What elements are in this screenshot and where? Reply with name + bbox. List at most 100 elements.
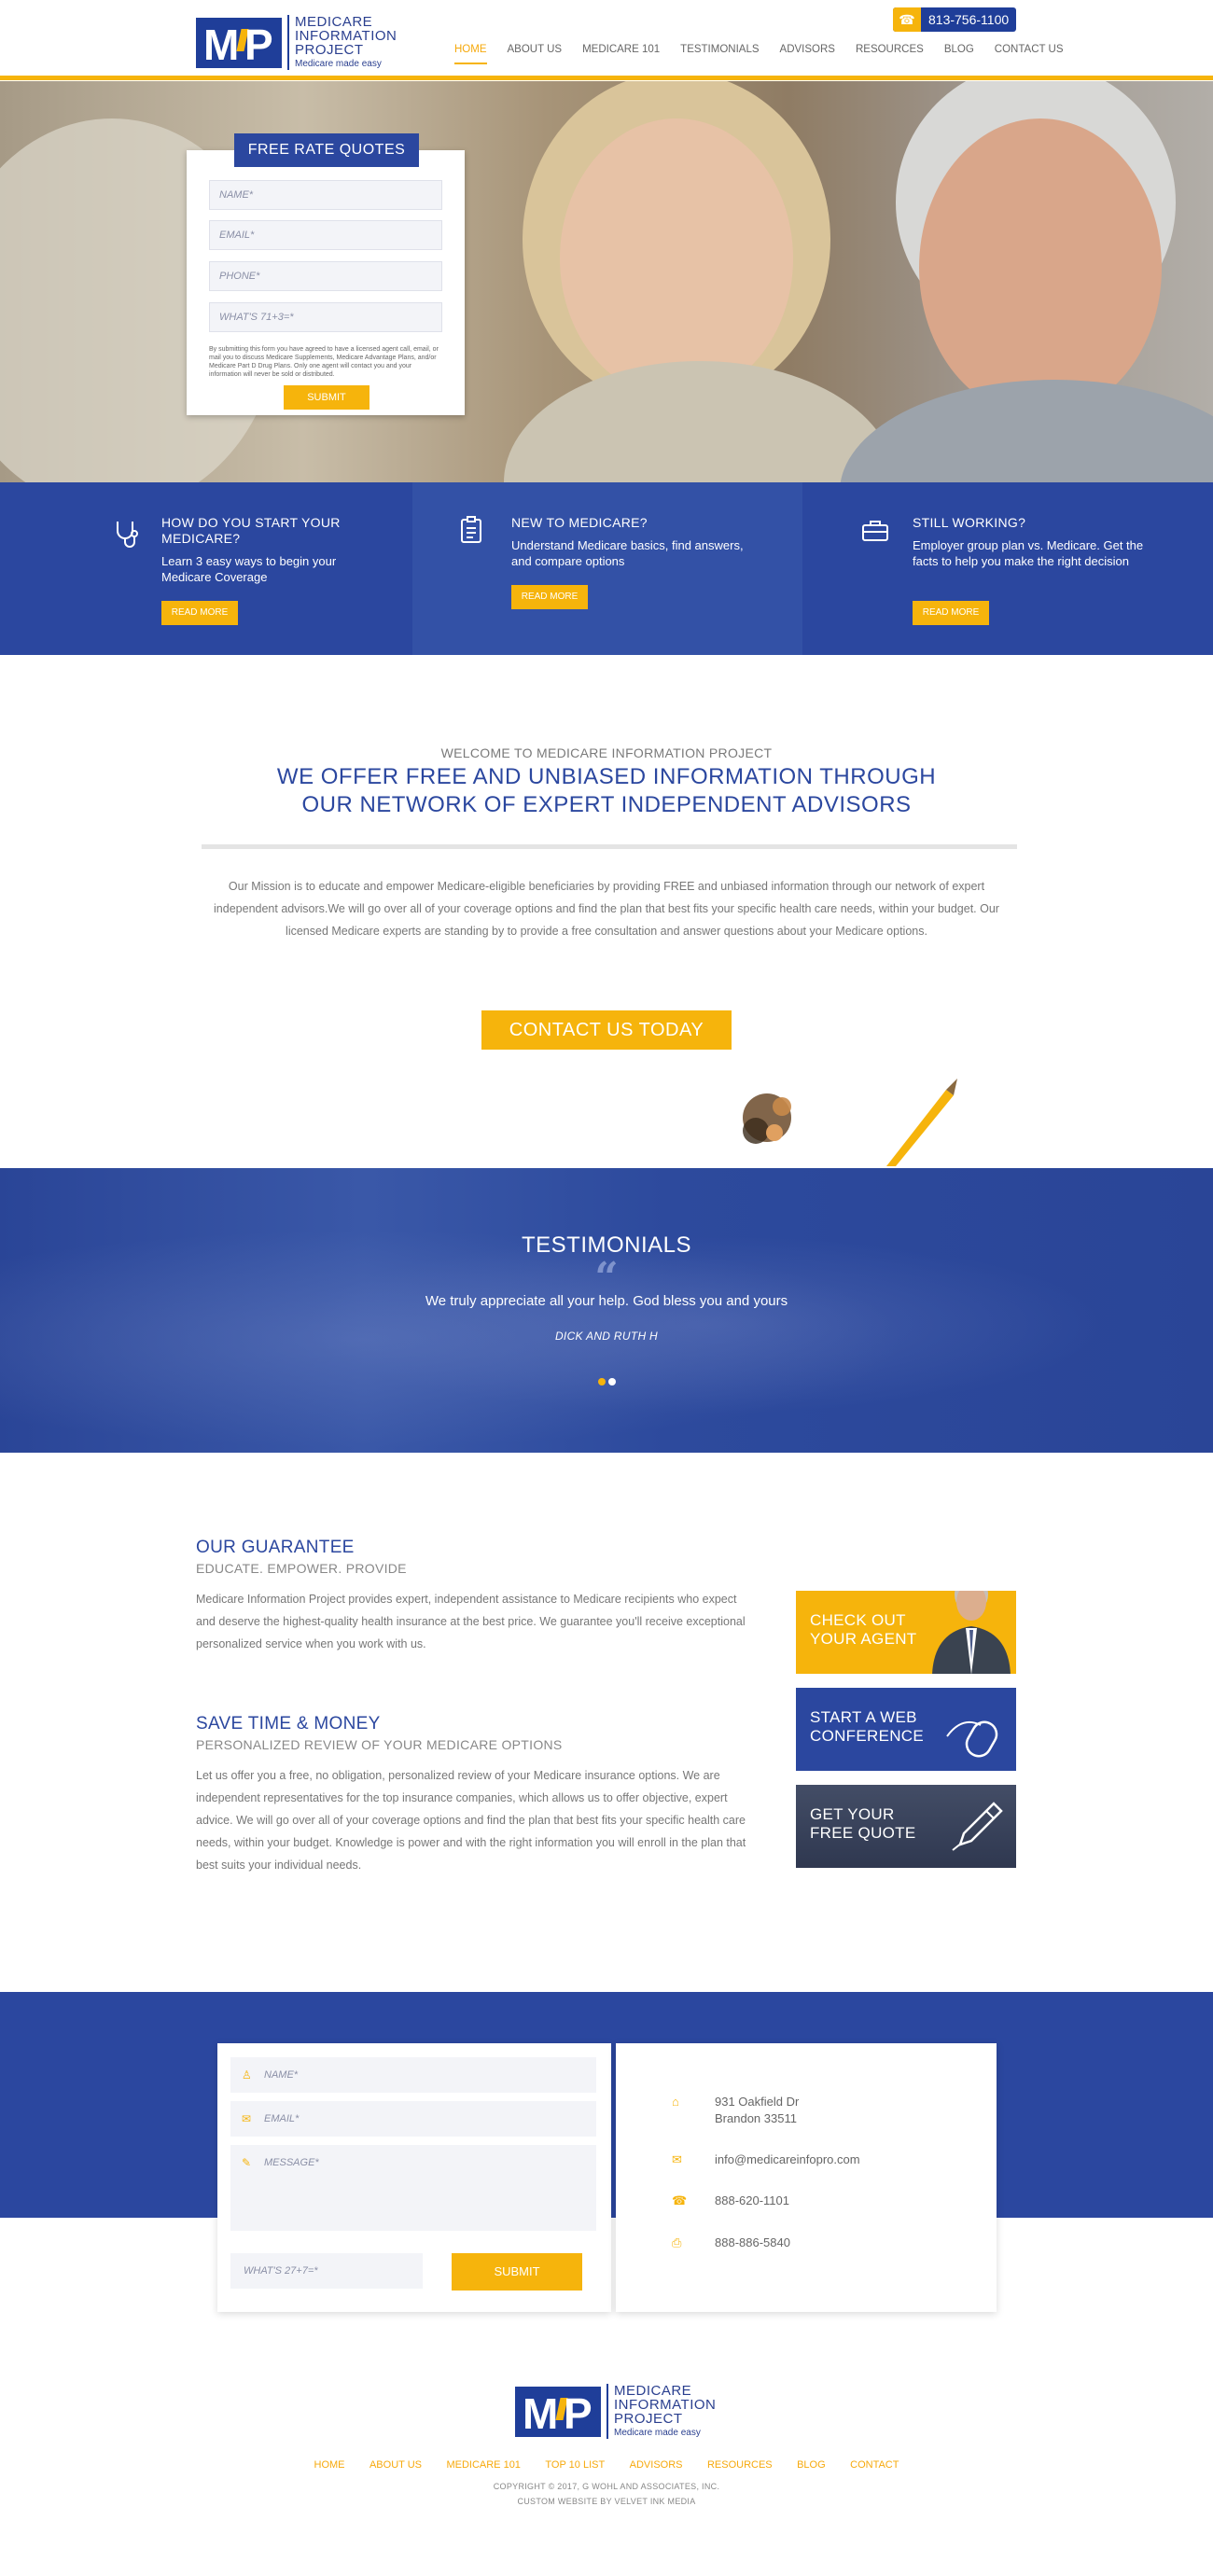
fax-icon: ⎙ — [672, 2235, 682, 2249]
footer-nav: HOME ABOUT US MEDICARE 101 TOP 10 LIST A… — [0, 2456, 1213, 2472]
footer-nav-about-us[interactable]: ABOUT US — [369, 2458, 422, 2472]
nav-advisors[interactable]: ADVISORS — [780, 42, 835, 64]
testimonial-author: DICK AND RUTH H — [554, 1330, 659, 1343]
hero-photo-man-shirt — [840, 380, 1213, 482]
nav-blog[interactable]: BLOG — [944, 42, 974, 64]
quote-email-input[interactable]: EMAIL* — [209, 220, 442, 250]
check-out-your-agent-button[interactable]: CHECK OUT YOUR AGENT — [796, 1591, 1016, 1674]
cta-line: CONFERENCE — [810, 1727, 925, 1745]
contact-form-card: ♙ NAME* ✉ EMAIL* ✎ MESSAGE* WHAT'S 27+7=… — [217, 2043, 611, 2312]
welcome-subtitle: WELCOME TO MEDICARE INFORMATION PROJECT — [440, 745, 773, 760]
feature-title: HOW DO YOU START YOUR MEDICARE? — [161, 515, 341, 546]
contact-phone[interactable]: 888-620-1101 — [715, 2193, 789, 2209]
logo-line: MEDICARE — [614, 2383, 692, 2399]
envelope-icon: ✉ — [242, 2112, 252, 2125]
cta-line: CHECK OUT — [810, 1611, 906, 1629]
pencil-icon: ✎ — [242, 2156, 252, 2169]
contact-email-input[interactable]: ✉ EMAIL* — [230, 2101, 596, 2137]
main-nav: HOME ABOUT US MEDICARE 101 TESTIMONIALS … — [454, 42, 1064, 64]
footer-nav-home[interactable]: HOME — [314, 2458, 345, 2472]
envelope-icon: ✉ — [672, 2152, 682, 2166]
footer-nav-top-10-list[interactable]: TOP 10 LIST — [545, 2458, 605, 2472]
contact-email-link[interactable]: info@medicareinfopro.com — [715, 2151, 860, 2168]
get-your-free-quote-button[interactable]: GET YOUR FREE QUOTE — [796, 1785, 1016, 1868]
agent-photo — [932, 1591, 1011, 1674]
guarantee-title: OUR GUARANTEE — [196, 1538, 355, 1557]
phone-button[interactable]: ☎ 813-756-1100 — [893, 7, 1016, 32]
testimonials-section: TESTIMONIALS “ We truly appreciate all y… — [0, 1168, 1213, 1453]
hero-photo-woman-top — [504, 361, 896, 482]
read-more-button[interactable]: READ MORE — [511, 585, 588, 609]
site-header: MP MEDICARE INFORMATION PROJECT Medicare… — [0, 0, 1213, 80]
cta-line: FREE QUOTE — [810, 1824, 916, 1842]
logo-tagline: Medicare made easy — [614, 2428, 701, 2438]
logo-mark: MP — [196, 17, 282, 68]
contact-submit-button[interactable]: SUBMIT — [452, 2253, 582, 2291]
save-subtitle: PERSONALIZED REVIEW OF YOUR MEDICARE OPT… — [196, 1737, 563, 1752]
nav-resources[interactable]: RESOURCES — [856, 42, 924, 64]
feature-still-working: STILL WORKING? Employer group plan vs. M… — [802, 482, 1213, 655]
site-logo[interactable]: MP MEDICARE INFORMATION PROJECT Medicare… — [196, 15, 397, 70]
logo-tagline: Medicare made easy — [295, 59, 382, 69]
nav-about-us[interactable]: ABOUT US — [508, 42, 563, 64]
hero-banner: FREE RATE QUOTES NAME* EMAIL* PHONE* WHA… — [0, 81, 1213, 482]
feature-title: STILL WORKING? — [913, 515, 1026, 530]
phone-icon: ☎ — [893, 7, 921, 32]
nav-contact-us[interactable]: CONTACT US — [995, 42, 1064, 64]
footer-nav-blog[interactable]: BLOG — [797, 2458, 826, 2472]
contact-captcha-input[interactable]: WHAT'S 27+7=* — [230, 2253, 423, 2289]
pen-icon — [952, 1802, 1003, 1851]
feature-text: Employer group plan vs. Medicare. Get th… — [913, 538, 1144, 568]
footer-nav-advisors[interactable]: ADVISORS — [630, 2458, 683, 2472]
clipboard-icon — [461, 516, 481, 543]
quote-name-input[interactable]: NAME* — [209, 180, 442, 210]
quote-form-title: FREE RATE QUOTES — [234, 133, 419, 167]
contact-fax: 888-886-5840 — [715, 2235, 790, 2249]
mission-text: Our Mission is to educate and empower Me… — [214, 880, 999, 938]
start-web-conference-button[interactable]: START A WEB CONFERENCE — [796, 1688, 1016, 1771]
hero-photo-man-face — [919, 118, 1162, 417]
quote-captcha-input[interactable]: WHAT'S 71+3=* — [209, 302, 442, 332]
carousel-dot-2[interactable] — [608, 1378, 616, 1385]
read-more-button[interactable]: READ MORE — [913, 601, 989, 625]
save-body: Let us offer you a free, no obligation, … — [196, 1769, 746, 1872]
hero-photo-woman-face — [560, 118, 793, 398]
address-line: Brandon 33511 — [715, 2111, 797, 2125]
footer-nav-resources[interactable]: RESOURCES — [707, 2458, 773, 2472]
carousel-dot-1[interactable] — [598, 1378, 606, 1385]
home-icon: ⌂ — [672, 2095, 679, 2109]
divider — [202, 844, 1017, 849]
contact-us-today-button[interactable]: CONTACT US TODAY — [481, 1010, 732, 1050]
nav-testimonials[interactable]: TESTIMONIALS — [680, 42, 759, 64]
nav-home[interactable]: HOME — [454, 42, 487, 64]
quote-submit-button[interactable]: SUBMIT — [284, 385, 369, 410]
welcome-title-line: WE OFFER FREE AND UNBIASED INFORMATION T… — [276, 764, 937, 789]
copyright-text: COPYRIGHT © 2017, G WOHL AND ASSOCIATES,… — [493, 2482, 720, 2491]
footer-nav-contact[interactable]: CONTACT — [850, 2458, 899, 2472]
nav-medicare-101[interactable]: MEDICARE 101 — [582, 42, 660, 64]
testimonial-quote: We truly appreciate all your help. God b… — [425, 1293, 788, 1309]
logo-mark: MP — [515, 2386, 601, 2437]
address-line: 931 Oakfield Dr — [715, 2095, 800, 2109]
briefcase-icon — [862, 521, 888, 541]
feature-start-medicare: HOW DO YOU START YOUR MEDICARE? Learn 3 … — [0, 482, 412, 655]
save-title: SAVE TIME & MONEY — [196, 1714, 381, 1734]
pencil-illustration — [743, 1079, 957, 1166]
quote-form-card: FREE RATE QUOTES NAME* EMAIL* PHONE* WHA… — [187, 133, 465, 415]
mouse-icon — [946, 1720, 998, 1758]
feature-new-to-medicare: NEW TO MEDICARE? Understand Medicare bas… — [412, 482, 802, 655]
contact-message-input[interactable]: ✎ MESSAGE* — [230, 2145, 596, 2231]
read-more-button[interactable]: READ MORE — [161, 601, 238, 625]
guarantee-body: Medicare Information Project provides ex… — [196, 1593, 746, 1650]
credit-text[interactable]: CUSTOM WEBSITE BY VELVET INK MEDIA — [0, 2496, 1213, 2507]
quote-phone-input[interactable]: PHONE* — [209, 261, 442, 291]
contact-name-input[interactable]: ♙ NAME* — [230, 2057, 596, 2093]
footer-logo[interactable]: MP MEDICARE INFORMATION PROJECT Medicare… — [515, 2384, 716, 2439]
phone-number: 813-756-1100 — [928, 12, 1010, 27]
footer-nav-medicare-101[interactable]: MEDICARE 101 — [446, 2458, 520, 2472]
feature-text: Understand Medicare basics, find answers… — [511, 538, 744, 568]
cta-line: GET YOUR — [810, 1805, 895, 1823]
phone-icon: ☎ — [672, 2193, 688, 2207]
feature-text: Learn 3 easy ways to begin your Medicare… — [161, 554, 337, 584]
welcome-title: WE OFFER FREE AND UNBIASED INFORMATION T… — [0, 763, 1213, 819]
